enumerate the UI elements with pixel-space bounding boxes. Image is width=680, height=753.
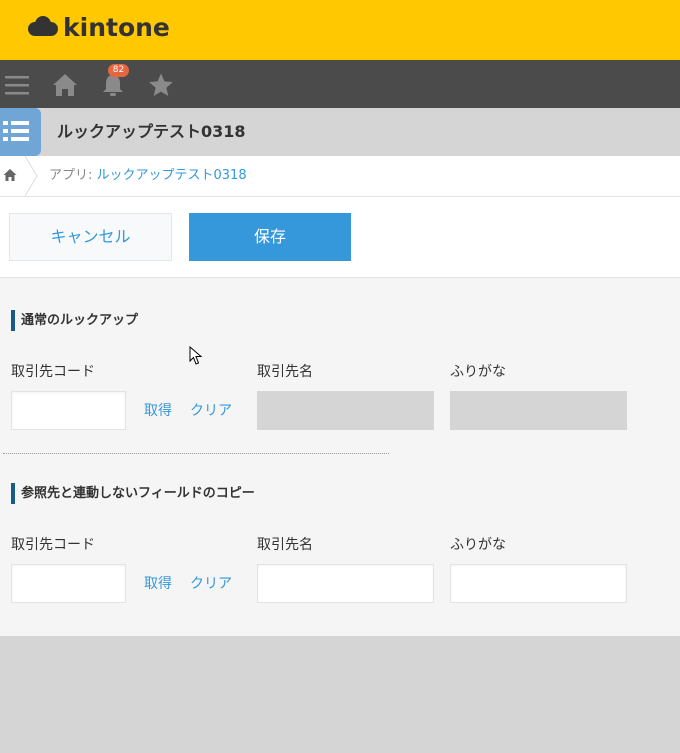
furigana-field-readonly [450, 391, 627, 430]
section-divider [3, 453, 389, 454]
save-button[interactable]: 保存 [189, 213, 351, 261]
breadcrumb-app-link[interactable]: ルックアップテスト0318 [97, 168, 247, 183]
name-input[interactable] [257, 564, 434, 603]
star-icon[interactable] [148, 72, 174, 98]
name-field-label: 取引先名 [257, 537, 313, 553]
code-input[interactable] [11, 391, 126, 430]
kintone-logo[interactable]: kintone [26, 13, 170, 43]
get-button[interactable]: 取得 [144, 575, 172, 593]
mouse-cursor-icon [189, 346, 203, 365]
cancel-button[interactable]: キャンセル [9, 213, 172, 261]
code-field-label: 取引先コード [11, 364, 95, 380]
name-field-readonly [257, 391, 434, 430]
furigana-input[interactable] [450, 564, 627, 603]
clear-button[interactable]: クリア [190, 575, 232, 593]
cloud-logo-icon [28, 16, 58, 36]
top-header: kintone [0, 0, 680, 60]
furigana-field-label: ふりがな [450, 537, 506, 553]
code-field-label: 取引先コード [11, 537, 95, 553]
app-header: ルックアップテスト0318 [0, 108, 680, 156]
app-title: ルックアップテスト0318 [57, 122, 246, 141]
breadcrumb: アプリ: ルックアップテスト0318 [0, 156, 680, 197]
section-title: 通常のルックアップ [11, 310, 311, 331]
breadcrumb-home-icon[interactable] [3, 168, 17, 182]
app-icon[interactable] [0, 108, 41, 156]
code-input[interactable] [11, 564, 126, 603]
action-bar: キャンセル 保存 [0, 197, 680, 278]
breadcrumb-separator-icon [24, 156, 38, 196]
get-button[interactable]: 取得 [144, 402, 172, 420]
list-icon [3, 121, 29, 141]
breadcrumb-prefix: アプリ: [49, 168, 97, 183]
global-nav [0, 60, 680, 108]
logo-text: kintone [63, 13, 170, 42]
record-form: 通常のルックアップ 取引先コード 取得 クリア 取引先名 ふりがな 参照先と連動… [0, 278, 680, 636]
breadcrumb-trail: アプリ: ルックアップテスト0318 [49, 167, 247, 185]
menu-icon[interactable] [4, 72, 30, 98]
home-icon[interactable] [52, 72, 78, 98]
clear-button[interactable]: クリア [190, 402, 232, 420]
notification-badge: 82 [108, 64, 129, 77]
name-field-label: 取引先名 [257, 364, 313, 380]
furigana-field-label: ふりがな [450, 364, 506, 380]
section-title: 参照先と連動しないフィールドのコピー [11, 483, 311, 504]
